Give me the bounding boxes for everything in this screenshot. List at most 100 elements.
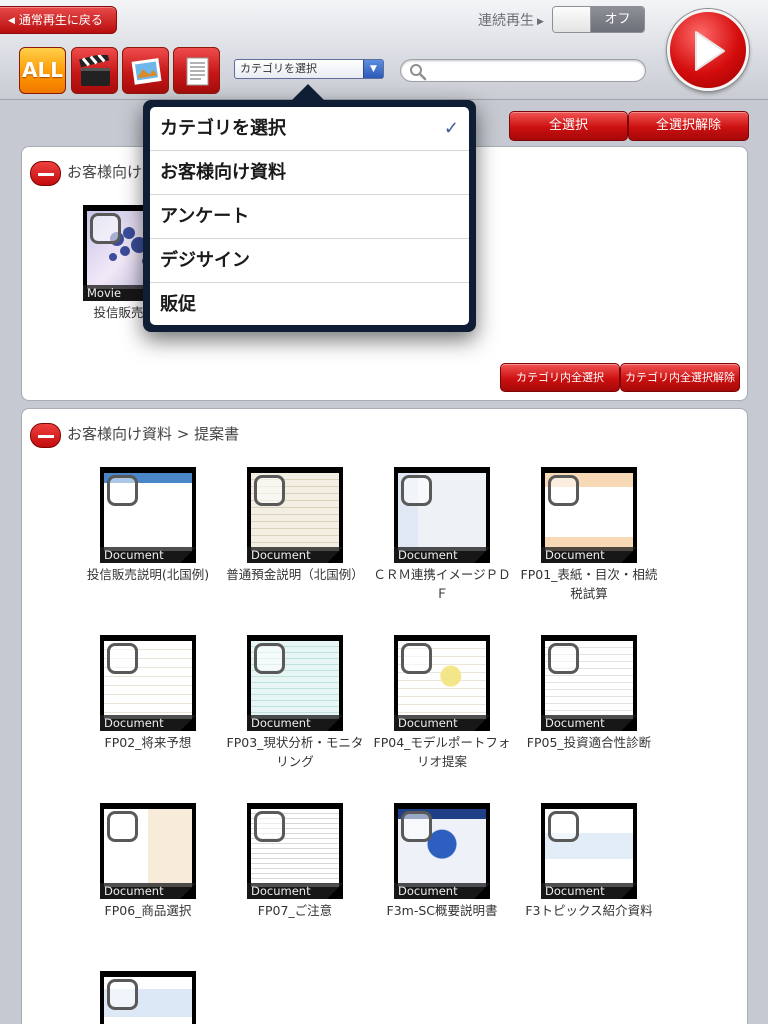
document-icon xyxy=(186,57,209,86)
triangle-right-icon: ▶ xyxy=(537,17,544,27)
corner-fold xyxy=(474,883,490,899)
category-option-customer-materials[interactable]: お客様向け資料 xyxy=(150,151,469,195)
content-item[interactable]: Document 普通預金説明（北国例） xyxy=(225,467,365,584)
clapperboard-icon xyxy=(79,55,110,86)
corner-fold xyxy=(621,715,637,731)
option-label: お客様向け資料 xyxy=(160,162,286,183)
content-thumbnail[interactable] xyxy=(100,971,196,1024)
content-item[interactable]: Document FP01_表紙・目次・相続税試算 xyxy=(519,467,659,603)
item-caption: 投信販売説明(北国例) xyxy=(86,567,210,582)
search-input[interactable] xyxy=(431,62,636,79)
select-checkbox[interactable] xyxy=(401,811,432,842)
item-caption: FP01_表紙・目次・相続税試算 xyxy=(520,567,658,601)
select-checkbox[interactable] xyxy=(254,811,285,842)
item-caption: ＣＲＭ連携イメージＰＤＦ xyxy=(373,567,511,601)
content-thumbnail[interactable]: Document xyxy=(541,467,637,563)
item-caption: FP05_投資適合性診断 xyxy=(526,735,652,750)
select-checkbox[interactable] xyxy=(90,213,121,244)
select-checkbox[interactable] xyxy=(548,643,579,674)
content-thumbnail[interactable]: Document xyxy=(394,803,490,899)
content-thumbnail[interactable]: Document xyxy=(247,635,343,731)
toggle-knob[interactable] xyxy=(553,7,591,32)
collapse-minus-icon[interactable] xyxy=(30,161,61,186)
continuous-play-text: 連続再生 xyxy=(478,13,534,29)
photo-icon xyxy=(131,58,162,85)
content-item[interactable] xyxy=(78,971,218,1024)
filter-movie-button[interactable] xyxy=(71,47,118,94)
corner-fold xyxy=(180,547,196,563)
top-toolbar: ◀ 通常再生に戻る 連続再生 ▶ オフ ALL カテゴリを選択 ▼ xyxy=(0,0,768,100)
collapse-minus-icon[interactable] xyxy=(30,423,61,448)
category-options-list: カテゴリを選択 ✓ お客様向け資料 アンケート デジサイン 販促 xyxy=(150,107,469,325)
item-caption: F3トピックス紹介資料 xyxy=(525,903,653,918)
back-to-normal-play-button[interactable]: ◀ 通常再生に戻る xyxy=(0,6,117,34)
select-checkbox[interactable] xyxy=(548,811,579,842)
content-thumbnail[interactable]: Document xyxy=(541,635,637,731)
corner-fold xyxy=(327,715,343,731)
option-label: アンケート xyxy=(160,206,250,227)
continuous-play-toggle[interactable]: オフ xyxy=(552,6,645,33)
category-option-select[interactable]: カテゴリを選択 ✓ xyxy=(150,107,469,151)
item-caption: FP07_ご注意 xyxy=(257,903,333,918)
select-checkbox[interactable] xyxy=(254,643,285,674)
select-checkbox[interactable] xyxy=(107,643,138,674)
category-select-all-button[interactable]: カテゴリ内全選択 xyxy=(500,363,620,392)
search-bar[interactable] xyxy=(400,59,646,82)
content-thumbnail[interactable]: Document xyxy=(100,467,196,563)
content-thumbnail[interactable]: Document xyxy=(247,467,343,563)
category-select-value: カテゴリを選択 xyxy=(240,62,317,75)
filter-document-button[interactable] xyxy=(173,47,220,94)
filter-all-button[interactable]: ALL xyxy=(19,47,66,94)
content-item[interactable]: Document FP04_モデルポートフォリオ提案 xyxy=(372,635,512,771)
corner-fold xyxy=(474,715,490,731)
content-item[interactable]: Document ＣＲＭ連携イメージＰＤＦ xyxy=(372,467,512,603)
content-thumbnail[interactable]: Document xyxy=(394,467,490,563)
filter-all-label: ALL xyxy=(22,58,63,82)
toggle-state-label: オフ xyxy=(591,7,644,32)
play-button[interactable] xyxy=(667,9,749,91)
content-item[interactable]: Document FP03_現状分析・モニタリング xyxy=(225,635,365,771)
select-checkbox[interactable] xyxy=(107,475,138,506)
select-checkbox[interactable] xyxy=(401,643,432,674)
content-item[interactable]: Document 投信販売説明(北国例) xyxy=(78,467,218,584)
select-checkbox[interactable] xyxy=(107,811,138,842)
corner-fold xyxy=(621,547,637,563)
item-caption: FP06_商品選択 xyxy=(104,903,192,918)
select-checkbox[interactable] xyxy=(401,475,432,506)
category-option-survey[interactable]: アンケート xyxy=(150,195,469,239)
category-deselect-all-button[interactable]: カテゴリ内全選択解除 xyxy=(620,363,740,392)
corner-fold xyxy=(180,883,196,899)
option-label: デジサイン xyxy=(160,250,250,271)
item-caption: FP04_モデルポートフォリオ提案 xyxy=(373,735,511,769)
filter-image-button[interactable] xyxy=(122,47,169,94)
content-item[interactable]: Document FP02_将来予想 xyxy=(78,635,218,752)
content-item[interactable]: Document F3m-SC概要説明書 xyxy=(372,803,512,920)
content-item[interactable]: Document FP07_ご注意 xyxy=(225,803,365,920)
select-checkbox[interactable] xyxy=(107,979,138,1010)
select-checkbox[interactable] xyxy=(548,475,579,506)
back-button-label: 通常再生に戻る xyxy=(18,13,103,27)
option-label: 販促 xyxy=(160,294,196,315)
deselect-all-button[interactable]: 全選択解除 xyxy=(628,111,749,141)
content-thumbnail[interactable]: Document xyxy=(394,635,490,731)
item-caption: FP02_将来予想 xyxy=(104,735,192,750)
corner-fold xyxy=(474,547,490,563)
select-checkbox[interactable] xyxy=(254,475,285,506)
proposal-section: お客様向け資料 > 提案書 Document 投信販売説明(北国例) Docum… xyxy=(21,408,748,1024)
category-option-promotion[interactable]: 販促 xyxy=(150,283,469,325)
content-thumbnail[interactable]: Document xyxy=(247,803,343,899)
select-all-button[interactable]: 全選択 xyxy=(509,111,628,141)
content-thumbnail[interactable]: Document xyxy=(541,803,637,899)
search-icon xyxy=(410,64,427,81)
category-dropdown-popover: カテゴリを選択 ✓ お客様向け資料 アンケート デジサイン 販促 xyxy=(143,84,476,332)
content-item[interactable]: Document FP06_商品選択 xyxy=(78,803,218,920)
category-option-digisign[interactable]: デジサイン xyxy=(150,239,469,283)
content-item[interactable]: Document F3トピックス紹介資料 xyxy=(519,803,659,920)
category-select[interactable]: カテゴリを選択 ▼ xyxy=(234,59,384,79)
content-item[interactable]: Document FP05_投資適合性診断 xyxy=(519,635,659,752)
content-thumbnail[interactable]: Document xyxy=(100,635,196,731)
continuous-play-label: 連続再生 ▶ xyxy=(478,10,544,30)
corner-fold xyxy=(327,547,343,563)
content-thumbnail[interactable]: Document xyxy=(100,803,196,899)
chevron-down-icon: ▼ xyxy=(363,60,383,78)
